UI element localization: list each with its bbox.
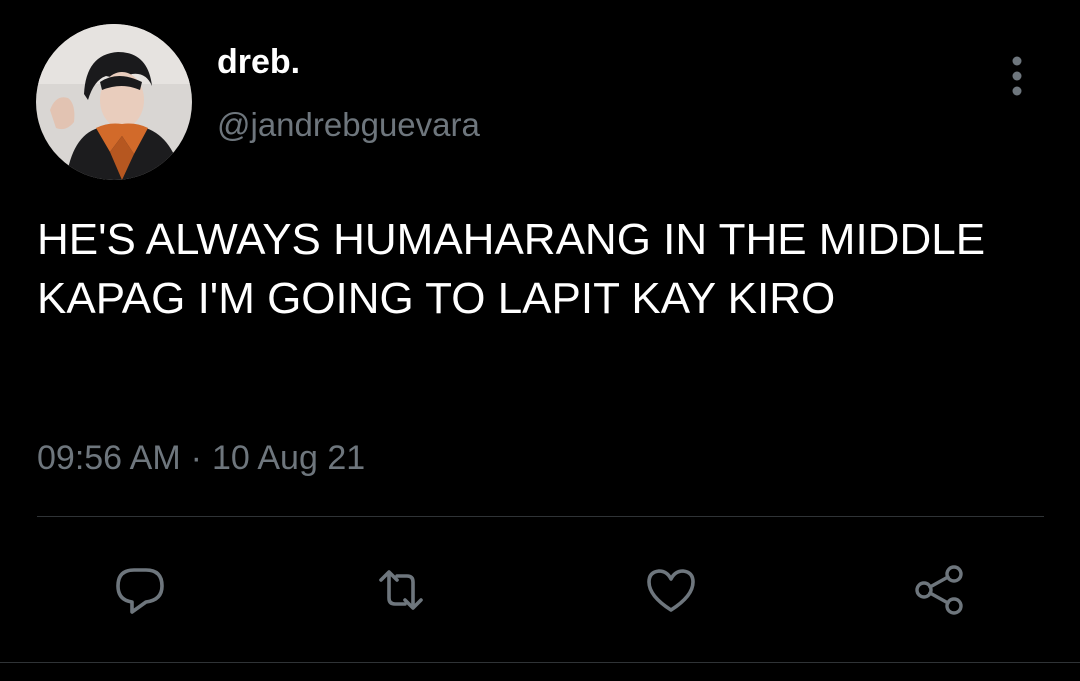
more-options-button[interactable] — [1002, 54, 1032, 98]
avatar-image — [36, 24, 192, 180]
like-button[interactable] — [641, 560, 701, 620]
heart-icon — [647, 569, 695, 612]
tweet-time: 09:56 AM — [37, 439, 181, 477]
retweet-icon — [379, 570, 423, 610]
author-handle[interactable]: @jandrebguevara — [217, 108, 480, 141]
tweet-text: HE'S ALWAYS HUMAHARANG IN THE MIDDLE KAP… — [37, 215, 986, 323]
more-vertical-icon — [1012, 56, 1022, 96]
author-display-name[interactable]: dreb. — [217, 45, 300, 79]
bottom-divider — [0, 662, 1080, 663]
reply-icon — [116, 568, 164, 614]
share-icon — [915, 565, 963, 615]
retweet-button[interactable] — [371, 560, 431, 620]
meta-separator: · — [190, 439, 202, 477]
share-button[interactable] — [908, 560, 968, 620]
tweet-date: 10 Aug 21 — [211, 439, 366, 477]
divider — [37, 516, 1044, 517]
reply-button[interactable] — [110, 560, 170, 620]
avatar[interactable] — [36, 24, 192, 180]
tweet-timestamp[interactable]: 09:56 AM · 10 Aug 21 — [37, 441, 365, 475]
